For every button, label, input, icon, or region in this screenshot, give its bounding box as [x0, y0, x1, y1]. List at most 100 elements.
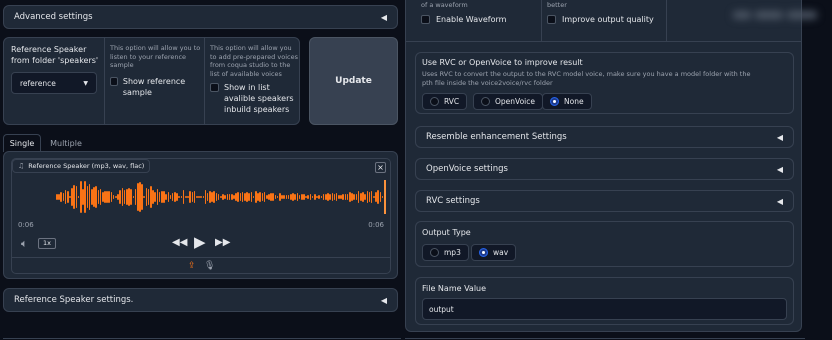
advanced-settings-accordion[interactable]: Advanced settings ◀ — [3, 5, 398, 29]
waveform-bar — [62, 193, 65, 201]
none-radio-dot — [550, 97, 559, 106]
waveform-bar — [318, 194, 320, 200]
music-note-icon: ♫ — [18, 162, 25, 170]
waveform-bar — [259, 192, 261, 202]
waveform[interactable] — [18, 177, 386, 217]
rvc-radio-openvoice[interactable]: OpenVoice — [473, 93, 543, 110]
output-type-label: Output Type — [422, 228, 471, 237]
file-name-input[interactable]: output — [422, 298, 787, 320]
waveform-bar — [237, 191, 240, 203]
waveform-bar — [283, 194, 285, 200]
openvoice-radio-dot — [481, 97, 490, 106]
show-inbuild-block: This option will allow you to add pre-pr… — [210, 44, 298, 115]
waveform-option: of a waveform Enable Waveform — [421, 1, 541, 24]
waveform-bar — [329, 194, 331, 200]
waveform-bar — [307, 195, 310, 199]
upload-icon[interactable]: ⇪ — [188, 261, 196, 271]
top-row-bottom — [406, 41, 801, 42]
waveform-bar — [366, 190, 369, 204]
waveform-bar — [379, 191, 382, 203]
resemble-accordion[interactable]: Resemble enhancement Settings ◀ — [415, 126, 794, 148]
divider-2 — [204, 38, 205, 124]
tab-multiple[interactable]: Multiple — [44, 134, 88, 152]
waveform-bar — [294, 194, 296, 200]
show-ref-desc: This option will allow you to listen to … — [110, 44, 201, 69]
microphone-icon[interactable]: 🎙︎ — [204, 261, 215, 271]
reference-speaker-settings-accordion[interactable]: Reference Speaker settings. ◀ — [3, 288, 398, 312]
waveform-bar — [156, 188, 159, 206]
dropdown-caret-icon: ▼ — [83, 79, 88, 87]
waveform-bar — [180, 196, 183, 198]
waveform-bar — [261, 193, 264, 201]
rvc-option-panel: Use RVC or OpenVoice to improve result U… — [415, 52, 794, 114]
tab-multiple-label: Multiple — [50, 138, 82, 148]
output-radio-wav[interactable]: wav — [471, 244, 517, 261]
waveform-bar — [224, 194, 226, 200]
waveform-bar — [121, 187, 124, 207]
openvoice-accordion[interactable]: OpenVoice settings ◀ — [415, 158, 794, 180]
forward-icon[interactable]: ▶▶ — [215, 237, 230, 248]
mp3-radio-label: mp3 — [444, 248, 461, 257]
waveform-bar — [344, 194, 347, 200]
advanced-settings-label: Advanced settings — [14, 12, 93, 22]
file-name-label: File Name Value — [422, 284, 487, 293]
waveform-bar — [84, 180, 87, 214]
waveform-bar — [285, 194, 288, 200]
triangle-left-icon: ◀ — [380, 12, 387, 22]
rvc-title: Use RVC or OpenVoice to improve result — [422, 58, 583, 67]
waveform-bar — [331, 192, 334, 202]
close-icon[interactable]: × — [375, 162, 386, 173]
waveform-bar — [364, 193, 366, 201]
rvc-radio-rvc[interactable]: RVC — [422, 93, 468, 110]
waveform-bar — [86, 185, 89, 208]
waveform-bar — [248, 192, 251, 202]
waveform-bar — [250, 192, 253, 202]
update-button-label: Update — [335, 76, 372, 86]
tab-single[interactable]: Single — [3, 134, 41, 152]
rvc-settings-label: RVC settings — [426, 196, 480, 206]
playhead — [384, 180, 386, 214]
divider-1 — [104, 38, 105, 124]
time-total: 0:06 — [368, 221, 384, 229]
speed-button[interactable]: 1x — [38, 238, 56, 249]
file-name-value: output — [429, 304, 454, 314]
mp3-radio-dot — [430, 248, 439, 257]
waveform-bar — [215, 193, 218, 201]
rvc-radio-none[interactable]: None — [542, 93, 592, 110]
ref-speaker-label: Reference Speaker from folder 'speakers' — [11, 45, 99, 65]
waveform-bar — [213, 190, 216, 204]
show-inbuild-desc: This option will allow you to add pre-pr… — [210, 44, 298, 78]
rvc-radio-dot — [430, 97, 439, 106]
waveform-checkbox[interactable] — [421, 14, 430, 24]
ref-speaker-dropdown[interactable]: reference ▼ — [11, 72, 97, 94]
show-ref-checkbox[interactable] — [110, 76, 118, 86]
rewind-icon[interactable]: ◀◀ — [172, 237, 187, 248]
rvc-settings-accordion[interactable]: RVC settings ◀ — [415, 190, 794, 212]
waveform-bar — [309, 194, 312, 200]
waveform-bar — [342, 193, 345, 201]
output-radio-mp3[interactable]: mp3 — [422, 244, 469, 261]
waveform-bar — [226, 194, 229, 200]
blurred-region — [725, 3, 825, 27]
audio-label: Reference Speaker (mp3, wav, flac) — [28, 162, 145, 170]
show-inbuild-checkbox[interactable] — [210, 83, 219, 92]
waveform-bar — [97, 190, 100, 204]
volume-icon[interactable]: 🔈︎ — [21, 237, 28, 251]
left-bottom-line — [3, 338, 401, 339]
update-button[interactable]: Update — [309, 37, 398, 125]
quality-checkbox[interactable] — [547, 14, 556, 24]
waveform-bar — [73, 185, 76, 209]
waveform-bar — [202, 196, 205, 198]
waveform-bar — [60, 192, 62, 202]
play-icon[interactable]: ▶ — [194, 233, 206, 251]
waveform-bar — [167, 191, 170, 203]
audio-label-tag: ♫ Reference Speaker (mp3, wav, flac) — [12, 159, 151, 173]
waveform-desc: of a waveform — [421, 1, 468, 9]
quality-desc: better — [547, 1, 567, 9]
show-ref-block: This option will allow you to listen to … — [110, 44, 202, 98]
audio-tab-panel: ♫ Reference Speaker (mp3, wav, flac) × 0… — [3, 151, 398, 279]
right-bottom-line — [405, 338, 805, 339]
waveform-bar — [353, 193, 355, 201]
waveform-bar — [178, 196, 181, 198]
waveform-bar — [355, 194, 358, 200]
